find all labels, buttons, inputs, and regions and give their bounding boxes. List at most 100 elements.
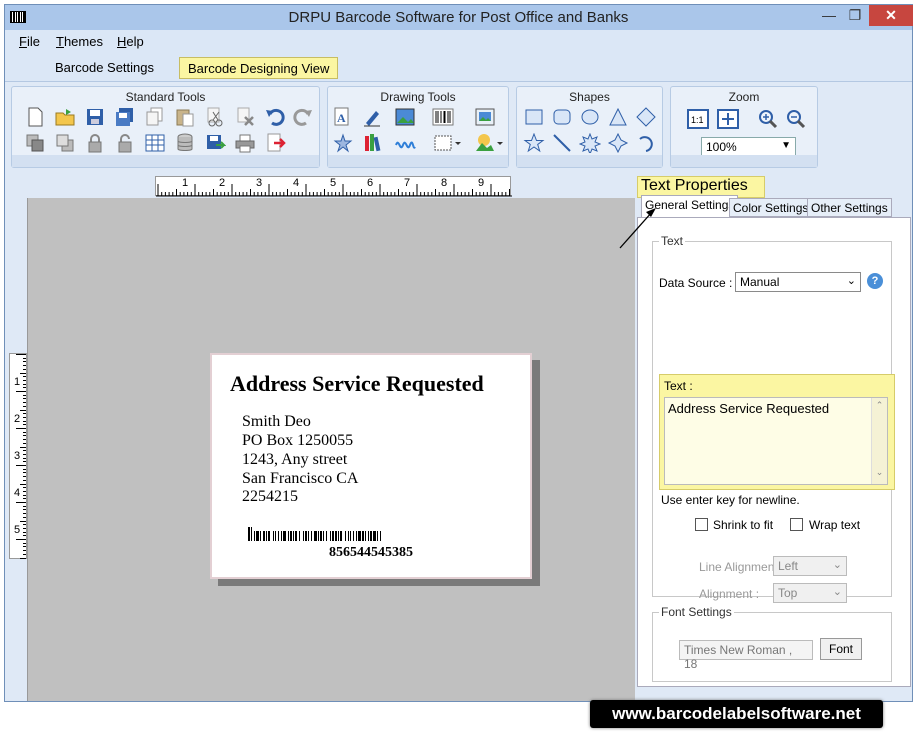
line-alignment-select[interactable]: Left ⌄: [773, 556, 847, 576]
exit-icon[interactable]: [264, 133, 286, 153]
cut-icon[interactable]: [204, 107, 226, 127]
shrink-to-fit-checkbox[interactable]: [695, 518, 708, 531]
burst-icon[interactable]: [579, 133, 601, 153]
drawing-tools-title: Drawing Tools: [380, 90, 456, 104]
new-icon[interactable]: [24, 107, 46, 127]
open-icon[interactable]: [54, 107, 76, 127]
vertical-ruler: 1 2 3 4 5: [9, 353, 27, 559]
actual-size-icon[interactable]: 1:1: [687, 109, 709, 129]
export-icon[interactable]: [204, 133, 226, 153]
ruler-h-5: 5: [330, 177, 337, 189]
font-settings-title: Font Settings: [659, 605, 734, 619]
shapes-footer: [517, 155, 662, 167]
zoom-title: Zoom: [728, 90, 760, 104]
unlock-icon[interactable]: [114, 133, 136, 153]
tab-other-settings[interactable]: Other Settings: [807, 198, 892, 217]
newline-hint: Use enter key for newline.: [661, 493, 800, 507]
rounded-rectangle-icon[interactable]: [551, 107, 573, 127]
maximize-icon[interactable]: ❐: [843, 5, 867, 26]
line-icon[interactable]: [551, 133, 573, 153]
triangle-icon[interactable]: [607, 107, 629, 127]
textarea-scrollbar[interactable]: ⌃ ⌄: [871, 398, 887, 484]
data-source-select[interactable]: Manual ⌄: [735, 272, 861, 292]
minimize-icon[interactable]: —: [817, 5, 841, 26]
pencil-icon[interactable]: [362, 107, 384, 127]
barcode-number[interactable]: 856544545385: [212, 545, 530, 561]
drawing-tools-footer: [328, 155, 508, 167]
tab-barcode-settings[interactable]: Barcode Settings: [47, 57, 162, 79]
ruler-h-6: 6: [367, 177, 374, 189]
label-line-city[interactable]: San Francisco CA: [242, 470, 358, 488]
paste-icon[interactable]: [174, 107, 196, 127]
fill-dropdown-icon[interactable]: [474, 133, 504, 153]
ruler-v-5: 5: [14, 524, 21, 536]
window-title: DRPU Barcode Software for Post Office an…: [288, 9, 629, 26]
lock-icon[interactable]: [84, 133, 106, 153]
shrink-to-fit-label[interactable]: Shrink to fit: [713, 518, 773, 532]
menu-file[interactable]: File: [19, 34, 40, 49]
drawing-tools-group: Drawing Tools A: [327, 86, 509, 168]
line-alignment-label: Line Alignment :: [699, 560, 785, 574]
ellipse-icon[interactable]: [579, 107, 601, 127]
save-as-icon[interactable]: [114, 107, 136, 127]
zoom-in-icon[interactable]: [757, 109, 779, 129]
design-canvas[interactable]: Address Service Requested Smith Deo PO B…: [27, 198, 635, 701]
database-icon[interactable]: [174, 133, 196, 153]
alignment-select[interactable]: Top ⌄: [773, 583, 847, 603]
grid-icon[interactable]: [144, 133, 166, 153]
text-input[interactable]: Address Service Requested ⌃ ⌄: [664, 397, 888, 485]
text-properties-panel: Text Properties General Settings Color S…: [635, 173, 912, 701]
books-icon[interactable]: [362, 133, 384, 153]
ribbon-toolbar: Standard Tools Drawing Tools A Shapes Zo…: [5, 81, 912, 173]
watermark-icon[interactable]: [332, 133, 354, 153]
barcode-label[interactable]: Address Service Requested Smith Deo PO B…: [210, 353, 532, 579]
star4-icon[interactable]: [607, 133, 629, 153]
label-title[interactable]: Address Service Requested: [230, 371, 484, 397]
barcode-icon[interactable]: [432, 107, 454, 127]
label-line-pobox[interactable]: PO Box 1250055: [242, 432, 353, 450]
undo-icon[interactable]: [264, 107, 286, 127]
text-input-group: Text : Address Service Requested ⌃ ⌄: [659, 374, 895, 490]
menu-bar: File Themes Help: [5, 30, 912, 54]
text-icon[interactable]: A: [332, 107, 354, 127]
wrap-text-checkbox[interactable]: [790, 518, 803, 531]
font-button[interactable]: Font: [820, 638, 862, 660]
rectangle-icon[interactable]: [523, 107, 545, 127]
text-label: Text :: [664, 379, 693, 393]
diamond-icon[interactable]: [635, 107, 657, 127]
zoom-group: Zoom 1:1 100% ▼: [670, 86, 818, 168]
label-line-name[interactable]: Smith Deo: [242, 413, 311, 431]
picture-icon[interactable]: [394, 107, 416, 127]
save-icon[interactable]: [84, 107, 106, 127]
send-back-icon[interactable]: [24, 133, 46, 153]
close-icon[interactable]: ✕: [869, 5, 913, 26]
label-line-zip[interactable]: 2254215: [242, 488, 298, 506]
zoom-out-icon[interactable]: [785, 109, 807, 129]
label-line-street[interactable]: 1243, Any street: [242, 451, 347, 469]
bring-front-icon[interactable]: [54, 133, 76, 153]
print-icon[interactable]: [234, 133, 256, 153]
redo-icon[interactable]: [292, 107, 314, 127]
help-icon[interactable]: ?: [867, 273, 883, 289]
delete-icon[interactable]: [234, 107, 256, 127]
rect-dropdown-icon[interactable]: [432, 133, 462, 153]
title-bar: DRPU Barcode Software for Post Office an…: [5, 5, 913, 30]
tab-barcode-designing-view[interactable]: Barcode Designing View: [179, 57, 339, 79]
barcode-image[interactable]: [248, 527, 496, 541]
menu-themes[interactable]: Themes: [56, 34, 103, 49]
menu-help[interactable]: Help: [117, 34, 144, 49]
fit-icon[interactable]: [717, 109, 739, 129]
tab-color-settings[interactable]: Color Settings: [729, 198, 813, 217]
star-icon[interactable]: [523, 133, 545, 153]
image-icon[interactable]: [474, 107, 496, 127]
chevron-down-icon: ⌄: [832, 586, 842, 598]
alignment-label: Alignment :: [699, 587, 760, 601]
wrap-text-label[interactable]: Wrap text: [809, 518, 860, 532]
arc-icon[interactable]: [635, 133, 657, 153]
signature-icon[interactable]: [394, 133, 416, 153]
text-group: Text Data Source : Manual ⌄ ? Text : Addr…: [652, 234, 895, 603]
copy-icon[interactable]: [144, 107, 166, 127]
standard-tools-title: Standard Tools: [125, 90, 206, 104]
zoom-select[interactable]: 100% ▼: [701, 137, 796, 157]
ruler-h-2: 2: [219, 177, 226, 189]
